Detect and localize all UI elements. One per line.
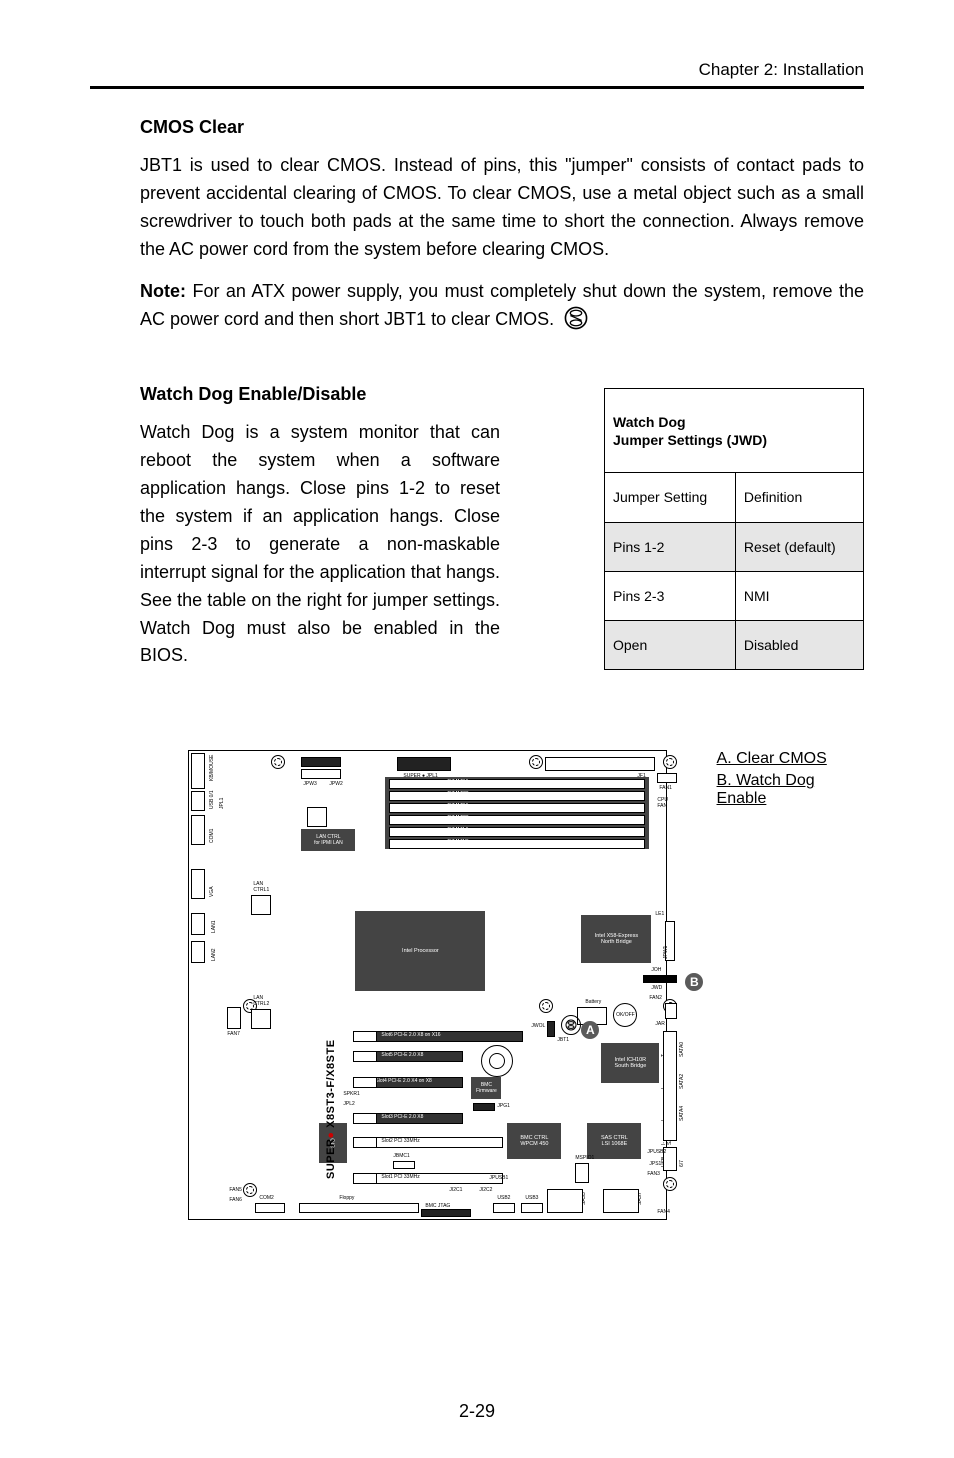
table-head-def: Definition xyxy=(735,473,863,522)
cmos-note: Note: For an ATX power supply, you must … xyxy=(140,278,864,335)
table-row: Reset (default) xyxy=(735,522,863,571)
table-title: Watch DogJumper Settings (JWD) xyxy=(605,389,864,473)
watchdog-heading: Watch Dog Enable/Disable xyxy=(140,384,500,405)
table-head-setting: Jumper Setting xyxy=(605,473,736,522)
table-row: Pins 1-2 xyxy=(605,522,736,571)
diagram-marker-b: B xyxy=(685,973,703,991)
motherboard-diagram: JPW3 JPW2 SUPER ● JPL1 JF1 FAN1 CPU FAN … xyxy=(188,750,666,1220)
chapter-header: Chapter 2: Installation xyxy=(699,60,864,80)
watchdog-paragraph: Watch Dog is a system monitor that can r… xyxy=(140,419,500,670)
table-row: Pins 2-3 xyxy=(605,571,736,620)
header-rule xyxy=(90,86,864,89)
cmos-clear-paragraph: JBT1 is used to clear CMOS. Instead of p… xyxy=(140,152,864,264)
watchdog-jumper-table: Watch DogJumper Settings (JWD) Jumper Se… xyxy=(604,388,864,670)
short-pads-icon xyxy=(563,305,589,331)
note-text: For an ATX power supply, you must comple… xyxy=(140,281,864,330)
note-label: Note: xyxy=(140,281,186,301)
legend-a: A. Clear CMOS xyxy=(717,750,864,768)
page-number: 2-29 xyxy=(0,1401,954,1422)
table-row: NMI xyxy=(735,571,863,620)
table-row: Disabled xyxy=(735,621,863,670)
diagram-marker-a: A xyxy=(581,1021,599,1039)
legend-b: B. Watch Dog Enable xyxy=(717,772,864,808)
cmos-clear-heading: CMOS Clear xyxy=(140,117,864,138)
table-row: Open xyxy=(605,621,736,670)
